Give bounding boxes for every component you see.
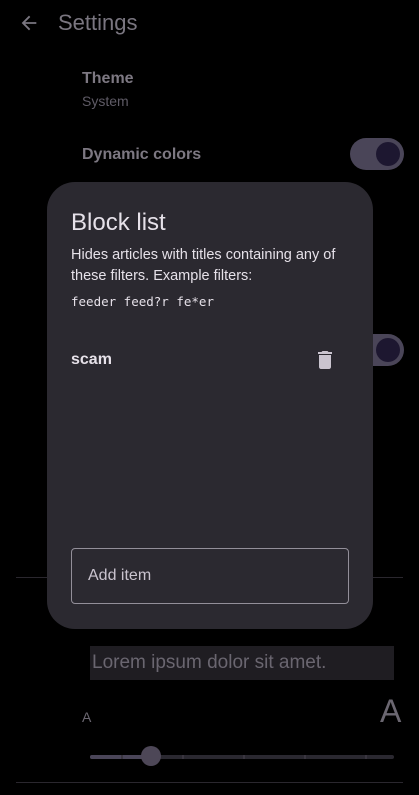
setting-theme-title: Theme (82, 70, 134, 87)
switch-knob (376, 338, 400, 362)
dialog-title: Block list (71, 209, 166, 236)
dynamic-colors-switch[interactable] (350, 138, 404, 170)
font-size-large-label: A (380, 693, 402, 729)
setting-dynamic-colors-title: Dynamic colors (82, 146, 202, 163)
dialog-example-filters: feeder feed?r fe*er (71, 294, 214, 309)
font-size-small-label: A (82, 709, 92, 725)
slider-tick (304, 755, 306, 759)
trash-icon[interactable] (313, 348, 337, 372)
slider-thumb[interactable] (140, 746, 161, 766)
slider-tick (365, 755, 367, 759)
block-list-dialog: Block list Hides articles with titles co… (47, 182, 373, 629)
slider-tick (182, 755, 184, 759)
font-preview-text: Lorem ipsum dolor sit amet. (90, 646, 394, 680)
top-app-bar: Settings (0, 0, 419, 46)
switch-knob (376, 142, 400, 166)
block-list-item: scam (71, 342, 341, 378)
add-item-field[interactable] (71, 548, 349, 604)
block-list-item-label: scam (71, 351, 112, 368)
setting-theme-value: System (82, 93, 129, 109)
arrow-back-icon[interactable] (18, 12, 40, 34)
page-title: Settings (58, 10, 138, 35)
add-item-input[interactable] (72, 549, 348, 603)
slider-tick (243, 755, 245, 759)
divider (16, 782, 403, 783)
dialog-description: Hides articles with titles containing an… (71, 247, 336, 284)
slider-tick (121, 755, 123, 759)
